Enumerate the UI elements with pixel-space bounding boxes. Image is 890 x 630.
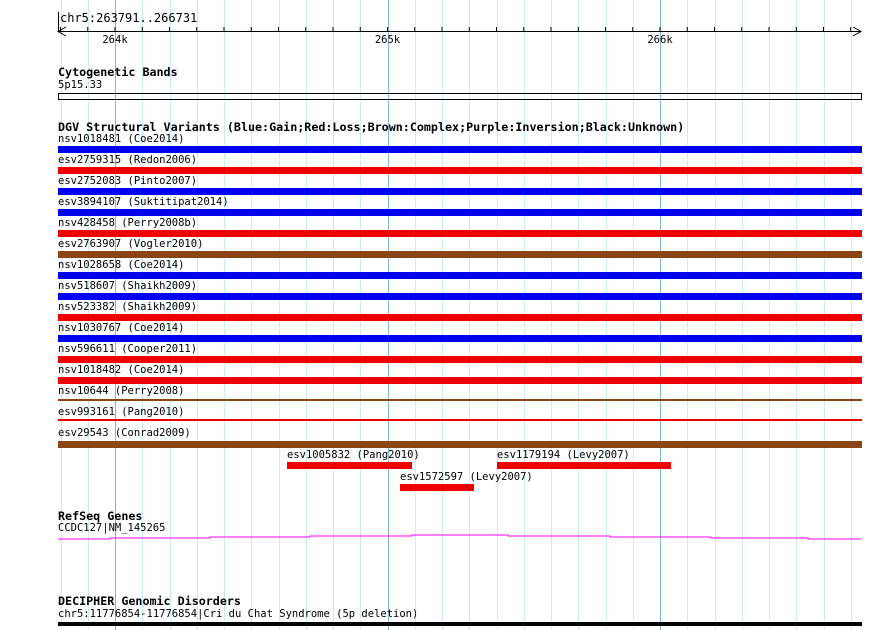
ruler-tick-label: 265k — [374, 34, 401, 46]
variant-bar[interactable] — [58, 188, 862, 195]
section-header-cytogenetic-bands: Cytogenetic Bands — [58, 65, 178, 79]
variant-bar[interactable] — [58, 399, 862, 401]
variant-label[interactable]: esv2752083 (Pinto2007) — [58, 176, 197, 187]
variant-label[interactable]: esv2763907 (Vogler2010) — [58, 239, 203, 250]
variant-label[interactable]: nsv523382 (Shaikh2009) — [58, 302, 197, 313]
variant-label[interactable]: esv29543 (Conrad2009) — [58, 428, 191, 439]
genome-browser-view: chr5:263791..266731 264k 265k 266k Cytogen… — [0, 0, 890, 630]
variant-label[interactable]: esv1572597 (Levy2007) — [400, 472, 533, 483]
cytoband-label[interactable]: 5p15.33 — [58, 80, 102, 91]
variant-label[interactable]: nsv518607 (Shaikh2009) — [58, 281, 197, 292]
variant-bar[interactable] — [58, 209, 862, 216]
variant-bar[interactable] — [58, 230, 862, 237]
ruler-tick-label: 264k — [102, 34, 128, 46]
variant-label[interactable]: nsv428458 (Perry2008b) — [58, 218, 197, 229]
variant-bar[interactable] — [400, 484, 474, 491]
variant-bar[interactable] — [58, 251, 862, 258]
variant-label[interactable]: esv1179194 (Levy2007) — [497, 450, 630, 461]
variant-bar[interactable] — [58, 377, 862, 384]
variant-label[interactable]: esv993161 (Pang2010) — [58, 407, 184, 418]
variant-bar[interactable] — [58, 335, 862, 342]
decipher-entry-label[interactable]: chr5:11776854-11776854|Cri du Chat Syndr… — [58, 609, 418, 620]
variant-bar[interactable] — [287, 462, 412, 469]
variant-bar[interactable] — [58, 146, 862, 153]
variant-label[interactable]: nsv10644 (Perry2008) — [58, 386, 184, 397]
variant-bar[interactable] — [58, 419, 862, 421]
ruler-axis-line[interactable] — [58, 12, 861, 32]
variant-bar[interactable] — [58, 356, 862, 363]
section-header-dgv-variants: DGV Structural Variants (Blue:Gain;Red:L… — [58, 120, 685, 134]
variant-label[interactable]: nsv596611 (Cooper2011) — [58, 344, 197, 355]
variant-bar[interactable] — [58, 441, 862, 448]
cytoband-box[interactable] — [58, 93, 862, 100]
ruler[interactable] — [0, 0, 890, 50]
section-header-decipher: DECIPHER Genomic Disorders — [58, 594, 241, 608]
variant-bar[interactable] — [497, 462, 671, 469]
decipher-region-bar[interactable] — [58, 622, 862, 626]
variant-bar[interactable] — [58, 272, 862, 279]
section-header-refseq-genes: RefSeq Genes — [58, 509, 143, 523]
gene-model-line[interactable] — [58, 534, 861, 540]
variant-label[interactable]: nsv1018482 (Coe2014) — [58, 365, 184, 376]
ruler-tick-label: 266k — [647, 34, 673, 46]
variant-bar[interactable] — [58, 293, 862, 300]
variant-label[interactable]: esv3894107 (Suktitipat2014) — [58, 197, 229, 208]
variant-label[interactable]: esv1005832 (Pang2010) — [287, 450, 420, 461]
variant-label[interactable]: esv2759315 (Redon2006) — [58, 155, 197, 166]
variant-label[interactable]: nsv1028658 (Coe2014) — [58, 260, 184, 271]
variant-bar[interactable] — [58, 167, 862, 174]
variant-label[interactable]: nsv1030767 (Coe2014) — [58, 323, 184, 334]
variant-bar[interactable] — [58, 314, 862, 321]
gene-label[interactable]: CCDC127|NM_145265 — [58, 523, 165, 534]
variant-label[interactable]: nsv1018481 (Coe2014) — [58, 134, 184, 145]
